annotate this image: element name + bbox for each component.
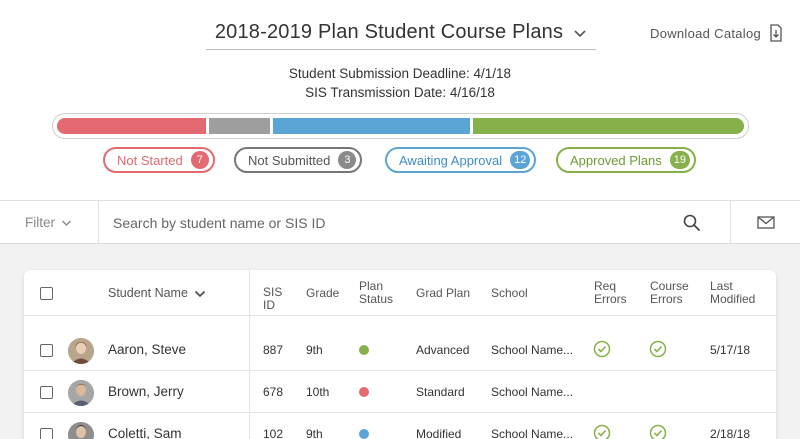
- download-icon: [770, 24, 782, 42]
- col-school: School: [491, 286, 528, 300]
- pill-label: Approved Plans: [570, 152, 662, 168]
- plan-selector[interactable]: 2018-2019 Plan Student Course Plans: [206, 16, 596, 50]
- chevron-down-icon: [62, 220, 71, 226]
- pill-count: 7: [190, 151, 209, 169]
- avatar: [68, 380, 94, 406]
- school: School Name...: [491, 385, 574, 399]
- chevron-down-icon: [574, 29, 586, 37]
- row-checkbox[interactable]: [40, 344, 53, 357]
- school: School Name...: [491, 343, 574, 357]
- grade: 9th: [306, 427, 323, 439]
- pill-awaiting-approval[interactable]: Awaiting Approval 12: [385, 147, 537, 173]
- checkmark-circle-icon: [649, 424, 667, 439]
- col-last-modified: Last Modified: [710, 279, 756, 306]
- pill-count: 12: [510, 151, 531, 169]
- sort-student-name[interactable]: Student Name: [108, 287, 206, 300]
- col-plan-status: Plan Status: [359, 279, 394, 306]
- col-course-errors: Course Errors: [650, 279, 689, 306]
- checkmark-circle-icon: [593, 424, 611, 439]
- col-grad-plan: Grad Plan: [416, 286, 471, 300]
- progress-approved: [472, 118, 744, 134]
- pill-label: Not Submitted: [248, 152, 331, 168]
- pill-count: 3: [338, 151, 357, 169]
- student-name[interactable]: Coletti, Sam: [108, 426, 182, 439]
- chevron-down-icon: [194, 290, 205, 297]
- grad-plan: Standard: [416, 385, 465, 399]
- download-catalog-label: Download Catalog: [650, 25, 762, 41]
- table-row[interactable]: Brown, Jerry 678 10th Standard School Na…: [24, 372, 776, 413]
- pill-not-submitted[interactable]: Not Submitted 3: [234, 147, 363, 173]
- search-icon[interactable]: [682, 213, 702, 233]
- status-progress-bar: [52, 113, 749, 139]
- pill-not-started[interactable]: Not Started 7: [103, 147, 215, 173]
- filter-dropdown[interactable]: Filter: [0, 201, 99, 244]
- transmission-date: SIS Transmission Date: 4/16/18: [305, 85, 495, 100]
- download-catalog-link[interactable]: Download Catalog: [650, 24, 783, 42]
- filter-label: Filter: [25, 215, 55, 230]
- progress-not-started: [57, 118, 207, 134]
- status-dot: [359, 387, 369, 397]
- student-name[interactable]: Aaron, Steve: [108, 342, 186, 357]
- status-dot: [359, 345, 369, 355]
- search-input[interactable]: [100, 201, 730, 244]
- col-student-name: Student Name: [108, 286, 188, 300]
- checkmark-circle-icon: [593, 340, 611, 358]
- pill-label: Not Started: [117, 152, 183, 168]
- table-row[interactable]: Aaron, Steve 887 9th Advanced School Nam…: [24, 330, 776, 371]
- col-sis-id: SIS ID: [263, 285, 283, 312]
- avatar: [68, 422, 94, 439]
- table-row[interactable]: Coletti, Sam 102 9th Modified School Nam…: [24, 414, 776, 439]
- row-checkbox[interactable]: [40, 428, 53, 439]
- avatar: [68, 338, 94, 364]
- mail-icon: [756, 216, 775, 229]
- plan-header: 2018-2019 Plan Student Course Plans Down…: [0, 0, 800, 200]
- col-grade: Grade: [306, 286, 340, 300]
- deadline-info: Student Submission Deadline: 4/1/18 SIS …: [200, 64, 600, 102]
- page-title: 2018-2019 Plan Student Course Plans: [214, 21, 564, 43]
- checkmark-circle-icon: [649, 340, 667, 358]
- submission-deadline: Student Submission Deadline: 4/1/18: [288, 66, 512, 81]
- school: School Name...: [491, 427, 574, 439]
- pill-count: 19: [669, 151, 691, 169]
- sis-id: 887: [263, 343, 284, 357]
- student-name[interactable]: Brown, Jerry: [108, 384, 184, 399]
- grad-plan: Advanced: [416, 343, 470, 357]
- status-filter-pills: Not Started 7 Not Submitted 3 Awaiting A…: [0, 147, 800, 173]
- grade: 10th: [306, 385, 330, 399]
- col-req-errors: Req Errors: [594, 279, 627, 306]
- student-table-area: Student Name SIS ID Grade Plan Status Gr…: [0, 244, 800, 439]
- table-header: Student Name SIS ID Grade Plan Status Gr…: [24, 270, 776, 316]
- sis-id: 102: [263, 427, 284, 439]
- status-dot: [359, 429, 369, 439]
- select-all-checkbox[interactable]: [40, 287, 53, 300]
- pill-label: Awaiting Approval: [399, 152, 503, 168]
- progress-awaiting: [273, 118, 470, 134]
- search-bar: Filter: [0, 200, 800, 244]
- row-checkbox[interactable]: [40, 386, 53, 399]
- progress-not-submitted: [209, 118, 271, 134]
- pill-approved-plans[interactable]: Approved Plans 19: [556, 147, 697, 173]
- grad-plan: Modified: [416, 427, 462, 439]
- sis-id: 678: [263, 385, 284, 399]
- last-modified: 2/18/18: [710, 427, 751, 439]
- student-table: Student Name SIS ID Grade Plan Status Gr…: [24, 270, 776, 439]
- message-button[interactable]: [730, 201, 800, 244]
- grade: 9th: [306, 343, 323, 357]
- last-modified: 5/17/18: [710, 343, 751, 357]
